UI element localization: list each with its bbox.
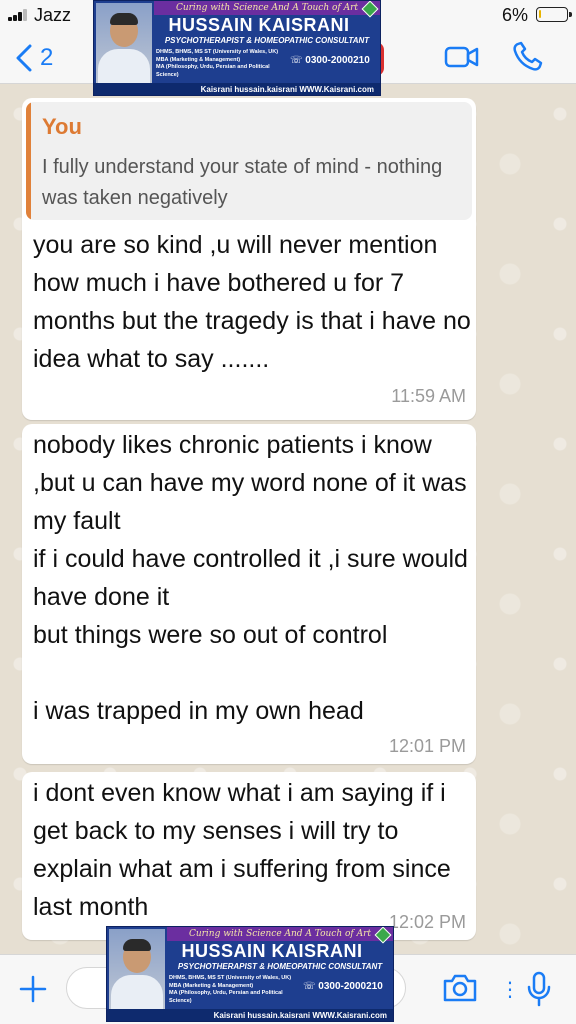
phone-icon[interactable]: [510, 40, 544, 74]
microphone-icon[interactable]: [526, 971, 552, 1007]
watermark-qualifications: DHMS, BHMS, MS ST (University of Wales, …: [156, 49, 279, 78]
message-time: 11:59 AM: [391, 386, 466, 406]
portrait-photo: [96, 3, 152, 95]
watermark-phone: 0300-2000210: [303, 981, 383, 992]
watermark-banner: Curing with Science And A Touch of Art H…: [93, 0, 381, 96]
watermark-tagline: Curing with Science And A Touch of Art: [154, 1, 380, 15]
watermark-tagline: Curing with Science And A Touch of Art: [167, 927, 393, 941]
watermark-banner: Curing with Science And A Touch of Art H…: [106, 926, 394, 1022]
battery-icon: [536, 7, 572, 22]
message-bubble[interactable]: You I fully understand your state of min…: [22, 98, 476, 420]
carrier-name: Jazz: [34, 5, 72, 25]
watermark-links: Kaisrani hussain.kaisrani WWW.Kaisrani.c…: [107, 1009, 393, 1021]
more-icon[interactable]: ⋮: [500, 977, 520, 1002]
battery-percent: 6%: [501, 5, 528, 25]
message-text: you are so kind ,u will never mention ho…: [33, 231, 471, 373]
quote-text: I fully understand your state of mind - …: [42, 156, 443, 209]
message-time: 12:01 PM: [388, 736, 466, 756]
quoted-message[interactable]: You I fully understand your state of min…: [26, 102, 472, 220]
back-button[interactable]: 2: [14, 42, 64, 74]
message-time: 12:02 PM: [388, 912, 466, 932]
message-bubble[interactable]: nobody likes chronic patients i know ,bu…: [22, 424, 476, 764]
video-camera-icon[interactable]: [444, 43, 480, 71]
quote-accent-bar: [26, 102, 31, 220]
message-text: i dont even know what i am saying if i g…: [33, 779, 451, 921]
watermark-title: PSYCHOTHERAPIST & HOMEOPATHIC CONSULTANT: [164, 36, 370, 45]
watermark-links: Kaisrani hussain.kaisrani WWW.Kaisrani.c…: [94, 83, 380, 95]
quote-author: You: [42, 114, 82, 139]
message-list[interactable]: You I fully understand your state of min…: [0, 84, 576, 954]
watermark-name: HUSSAIN KAISRANI: [181, 941, 363, 961]
signal-strength-icon: [8, 9, 32, 21]
message-bubble[interactable]: i dont even know what i am saying if i g…: [22, 772, 476, 940]
camera-icon[interactable]: [442, 973, 478, 1003]
portrait-photo: [109, 929, 165, 1021]
watermark-phone: 0300-2000210: [290, 55, 370, 66]
watermark-name: HUSSAIN KAISRANI: [168, 15, 350, 35]
chevron-left-icon: [16, 44, 32, 72]
message-text: nobody likes chronic patients i know ,bu…: [33, 431, 468, 725]
watermark-title: PSYCHOTHERAPIST & HOMEOPATHIC CONSULTANT: [177, 962, 383, 971]
plus-icon[interactable]: [18, 974, 48, 1004]
watermark-qualifications: DHMS, BHMS, MS ST (University of Wales, …: [169, 975, 292, 1004]
unread-count: 2: [40, 44, 54, 71]
